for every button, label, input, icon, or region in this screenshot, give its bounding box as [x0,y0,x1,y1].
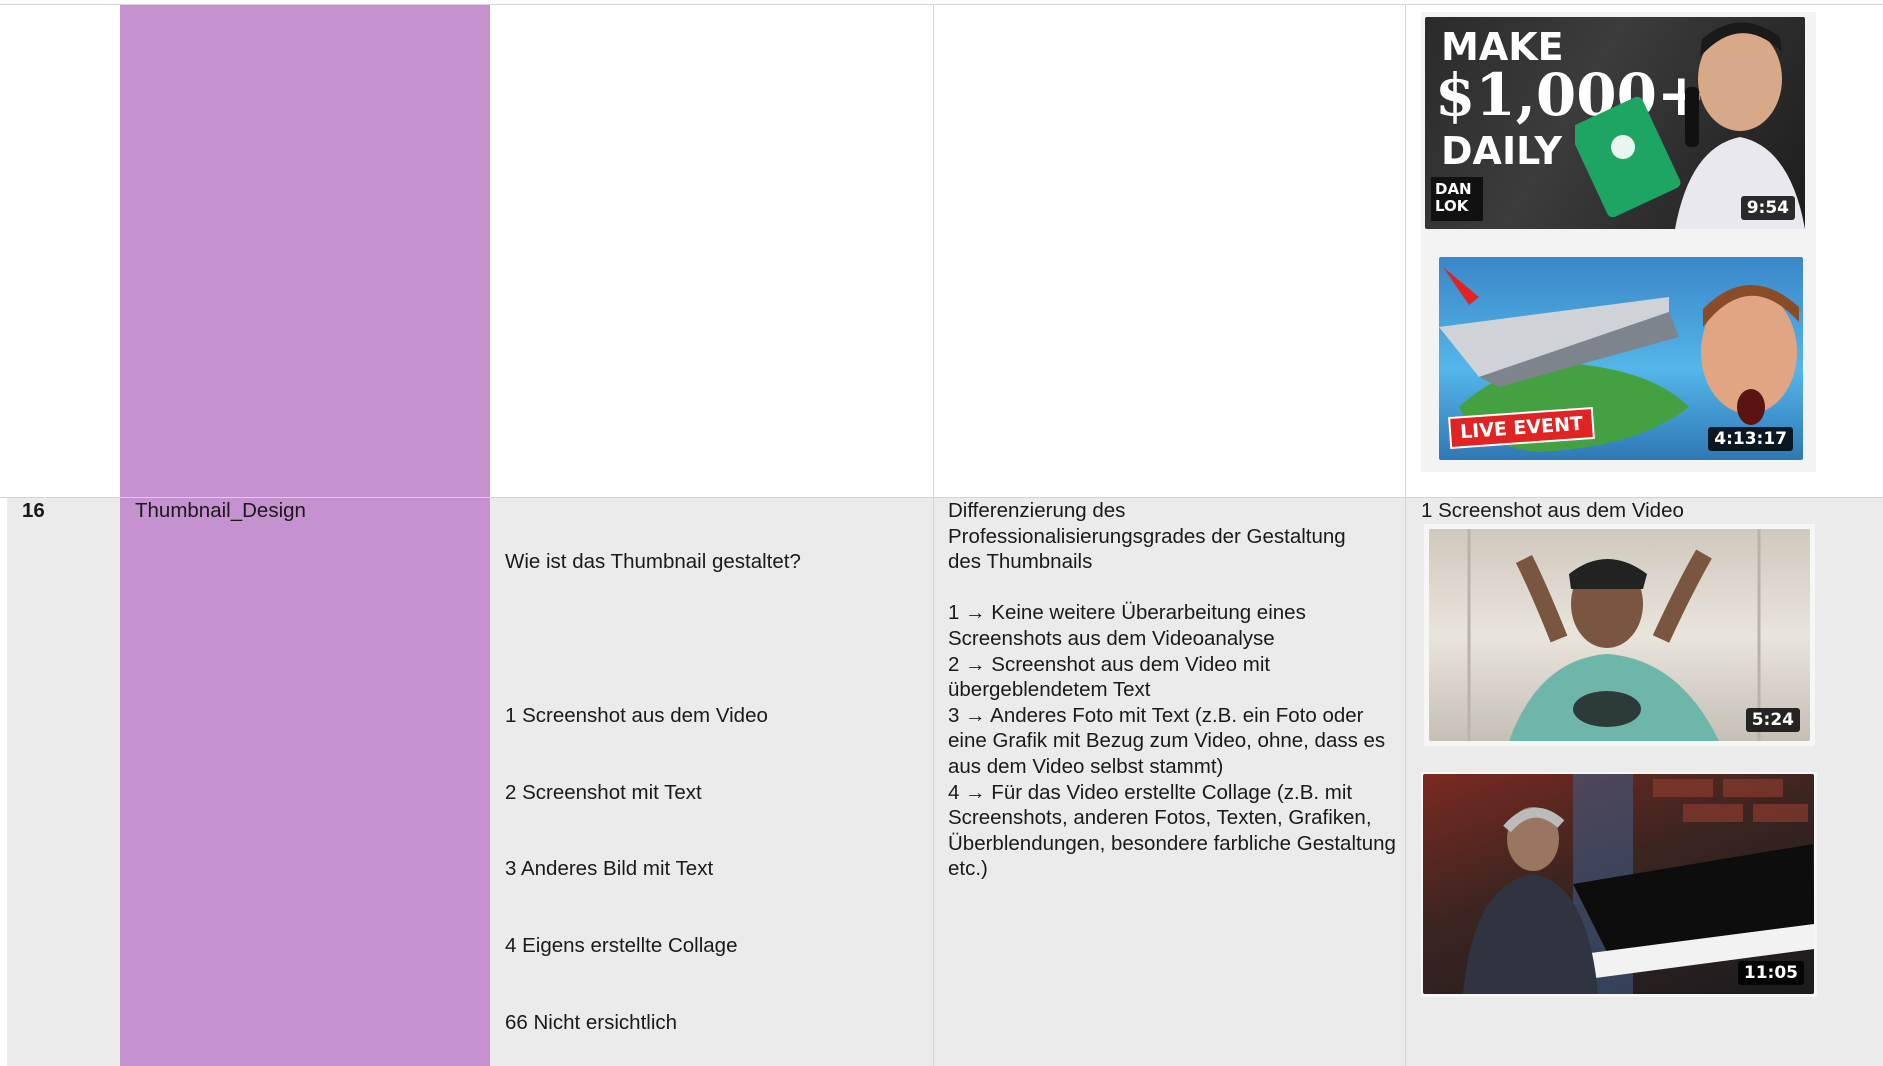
variable-cell-16 [120,497,490,1066]
thumbnail-headline: DAILY [1441,129,1562,173]
description-item: 3 → Anderes Foto mit Text (z.B. ein Foto… [948,703,1386,778]
code-item: 4 Eigens erstellte Collage [505,934,738,958]
code-item: 1 Screenshot aus dem Video [505,703,768,727]
question-text: Wie ist das Thumbnail gestaltet? 1 Scree… [505,498,920,1061]
duration-badge: 4:13:17 [1708,427,1793,451]
row-number: 16 [22,499,45,522]
duration-badge: 11:05 [1737,961,1804,985]
question-label: Wie ist das Thumbnail gestaltet? [505,550,801,574]
variable-name: Thumbnail_Design [135,499,306,522]
description-intro: Differenzierung des Professionalisierung… [948,499,1346,574]
code-item: 3 Anderes Bild mit Text [505,857,714,881]
variable-cell-top [120,5,490,497]
example-label: 1 Screenshot aus dem Video [1421,499,1684,522]
description-text: Differenzierung des Professionalisierung… [948,498,1398,882]
channel-logo: DAN LOK [1431,177,1483,221]
duration-badge: 5:24 [1745,708,1800,732]
thumbnail-image[interactable]: 5:24 [1429,529,1810,741]
thumbnail-image[interactable]: 11:05 [1423,774,1814,994]
description-item: 2 → Screenshot aus dem Video mit übergeb… [948,652,1271,702]
description-item: 4 → Für das Video erstellte Collage (z.B… [948,780,1396,881]
thumbnail-image[interactable]: MAKE $1,000+ DAILY DAN LOK 9:54 [1425,17,1805,229]
duration-badge: 9:54 [1740,196,1795,220]
column-divider [1405,5,1406,1066]
code-item: 66 Nicht ersichtlich [505,1010,678,1034]
code-item: 2 Screenshot mit Text [505,780,702,804]
thumbnail-image[interactable]: LIVE EVENT 4:13:17 [1439,257,1803,460]
description-item: 1 → Keine weitere Überarbeitung eines Sc… [948,601,1306,650]
column-divider [933,5,934,1066]
